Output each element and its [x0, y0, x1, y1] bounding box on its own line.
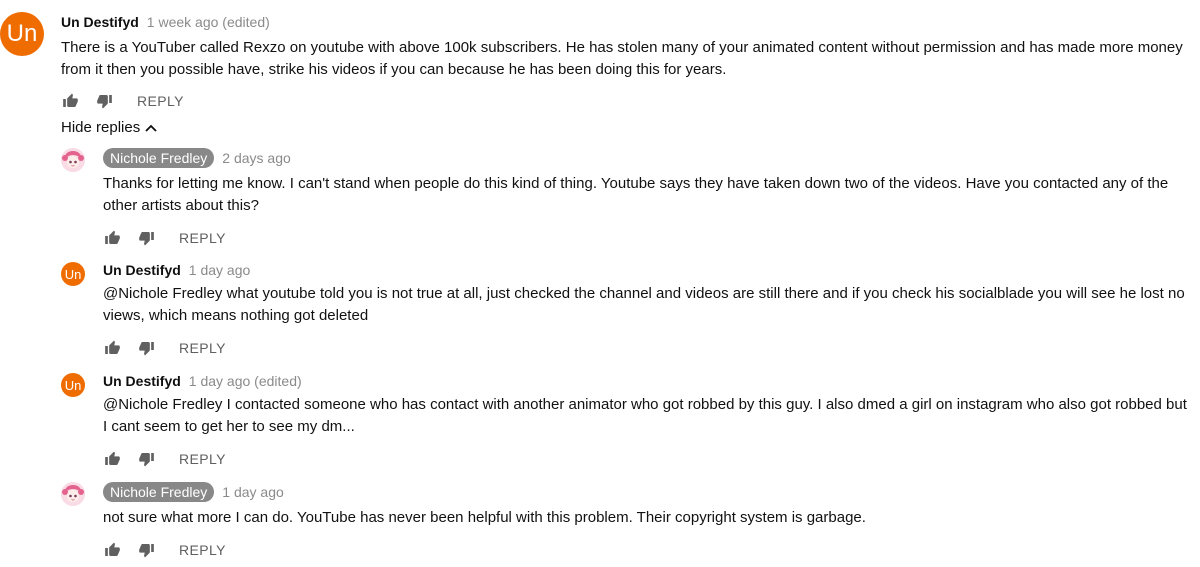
thumbs-up-icon[interactable] — [61, 92, 79, 110]
comment-actions: REPLY — [103, 338, 1195, 358]
comment-actions: REPLY — [103, 228, 1195, 248]
timestamp[interactable]: 1 week ago (edited) — [147, 14, 270, 30]
author-name[interactable]: Un Destifyd — [103, 262, 181, 278]
reply-button[interactable]: REPLY — [137, 93, 184, 109]
thumbs-down-icon[interactable] — [137, 229, 155, 247]
comment-header: Nichole Fredley 2 days ago — [103, 148, 1195, 168]
reply-button[interactable]: REPLY — [179, 542, 226, 558]
reply-comment: Un Un Destifyd 1 day ago (edited) @Nicho… — [61, 371, 1195, 469]
comment-text: not sure what more I can do. YouTube has… — [103, 509, 866, 526]
author-name[interactable]: Nichole Fredley — [103, 482, 215, 502]
reply-button[interactable]: REPLY — [179, 230, 226, 246]
anime-avatar-icon — [61, 482, 85, 506]
avatar[interactable] — [61, 148, 85, 172]
reply-button[interactable]: REPLY — [179, 451, 226, 467]
hide-replies-label: Hide replies — [61, 119, 141, 136]
comment-header: Un Destifyd 1 week ago (edited) — [61, 12, 1195, 32]
avatar-text: Un — [64, 377, 82, 393]
timestamp[interactable]: 2 days ago — [222, 150, 291, 166]
thumbs-down-icon[interactable] — [137, 339, 155, 357]
avatar[interactable]: Un — [61, 373, 85, 397]
comment-actions: REPLY — [61, 91, 1195, 111]
hide-replies-button[interactable]: Hide replies — [61, 119, 157, 136]
thumbs-up-icon[interactable] — [103, 450, 121, 468]
avatar[interactable]: Un — [61, 262, 85, 286]
avatar[interactable]: Un — [0, 12, 44, 56]
comment-header: Un Destifyd 1 day ago — [103, 260, 1195, 280]
author-name[interactable]: Nichole Fredley — [103, 148, 215, 168]
avatar-text: Un — [6, 20, 38, 47]
comment-actions: REPLY — [103, 449, 1195, 469]
comment-header: Un Destifyd 1 day ago (edited) — [103, 371, 1195, 391]
author-name[interactable]: Un Destifyd — [61, 14, 139, 30]
avatar-text: Un — [64, 266, 82, 282]
thumbs-up-icon[interactable] — [103, 339, 121, 357]
timestamp[interactable]: 1 day ago (edited) — [189, 373, 302, 389]
reply-comment: Un Un Destifyd 1 day ago @Nichole Fredle… — [61, 260, 1195, 358]
chevron-up-icon — [145, 124, 157, 132]
thumbs-down-icon[interactable] — [137, 450, 155, 468]
thumbs-up-icon[interactable] — [103, 541, 121, 559]
comment-text: Thanks for letting me know. I can't stan… — [103, 175, 1169, 214]
timestamp[interactable]: 1 day ago — [189, 262, 251, 278]
reply-comment: Nichole Fredley 1 day ago not sure what … — [61, 480, 1195, 560]
comment-header: Nichole Fredley 1 day ago — [103, 482, 1195, 502]
reply-button[interactable]: REPLY — [179, 340, 226, 356]
avatar[interactable] — [61, 482, 85, 506]
timestamp[interactable]: 1 day ago — [222, 484, 284, 500]
anime-avatar-icon — [61, 148, 85, 172]
thumbs-down-icon[interactable] — [137, 541, 155, 559]
thumbs-down-icon[interactable] — [95, 92, 113, 110]
top-comment: Un Un Destifyd 1 week ago (edited) There… — [0, 12, 1195, 111]
author-name[interactable]: Un Destifyd — [103, 373, 181, 389]
comment-actions: REPLY — [103, 540, 1195, 560]
comment-text: @Nichole Fredley what youtube told you i… — [103, 285, 1185, 324]
comment-text: @Nichole Fredley I contacted someone who… — [103, 396, 1187, 435]
thumbs-up-icon[interactable] — [103, 229, 121, 247]
comment-text: There is a YouTuber called Rexzo on yout… — [61, 39, 1183, 78]
reply-comment: Nichole Fredley 2 days ago Thanks for le… — [61, 146, 1195, 248]
